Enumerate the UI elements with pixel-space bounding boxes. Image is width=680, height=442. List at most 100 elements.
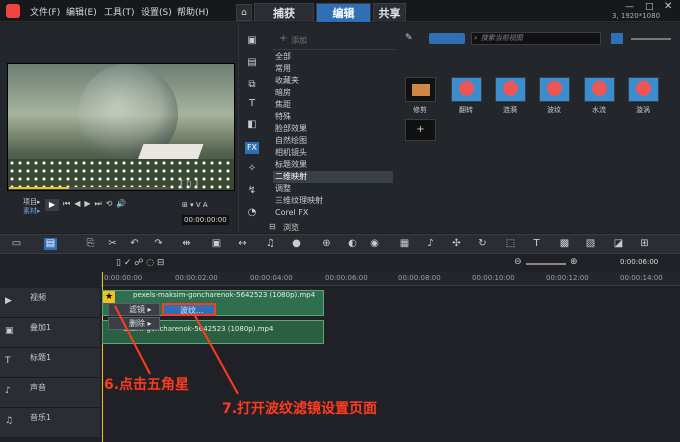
tile-icon[interactable]: ◪	[612, 238, 625, 250]
menu-file[interactable]: 文件(F)	[30, 5, 60, 18]
close-icon[interactable]: ✕	[664, 1, 672, 12]
category-item[interactable]: 常用	[273, 63, 393, 75]
thumb-label: 修剪	[413, 106, 427, 114]
play-button[interactable]: ▶	[45, 199, 59, 211]
thumb-label: 漩涡	[636, 106, 650, 114]
add-filter-button[interactable]: +	[405, 119, 436, 141]
title-icon[interactable]: T	[245, 98, 259, 110]
playback-timecode[interactable]: 00:00:00:00	[182, 215, 229, 225]
transition-icon[interactable]: ⧉	[245, 79, 259, 91]
subtitle-icon[interactable]: ▦	[398, 238, 411, 250]
minimize-icon[interactable]: —	[625, 2, 634, 12]
timeline-view-icon[interactable]: ▤	[44, 238, 57, 250]
add-label[interactable]: 添加	[291, 35, 307, 46]
app-logo-icon	[6, 4, 20, 18]
frame-icon[interactable]: ▣	[210, 238, 223, 250]
search-placeholder: 搜索当前视图	[480, 34, 523, 42]
scrubber-bar[interactable]	[9, 187, 69, 189]
category-item[interactable]: 焦距	[273, 99, 393, 111]
maximize-icon[interactable]: □	[645, 2, 654, 12]
view-toggle[interactable]	[429, 33, 465, 44]
path-icon[interactable]: ↯	[245, 185, 259, 197]
search-field[interactable]: ⌕ 搜索当前视图	[471, 32, 601, 45]
graphic-icon[interactable]: ◧	[245, 119, 259, 131]
thumb-trim[interactable]	[405, 77, 436, 102]
tab-capture[interactable]: 捕获	[254, 3, 314, 22]
grid-icon[interactable]: ▩	[558, 238, 571, 250]
fit-icon[interactable]: ↔	[236, 238, 249, 250]
speech-icon[interactable]: ♪	[424, 238, 437, 250]
add-icon[interactable]: +	[279, 33, 287, 44]
crop-icon[interactable]: ⬚	[504, 238, 517, 250]
title-bar: 文件(F) 编辑(E) 工具(T) 设置(S) 帮助(H) ⌂ 捕获 编辑 共享…	[0, 0, 680, 22]
thumb-wave[interactable]	[539, 77, 570, 102]
thumb-whirl[interactable]	[628, 77, 659, 102]
record-icon[interactable]: ●	[290, 238, 303, 250]
redo-icon[interactable]: ↷	[152, 238, 165, 250]
thumb-flip[interactable]	[451, 77, 482, 102]
export-icon[interactable]: ⊞	[638, 238, 651, 250]
storyboard-view-icon[interactable]: ▭	[10, 238, 23, 250]
thumb-label: 水流	[592, 106, 606, 114]
copy-icon[interactable]: ⎘	[84, 238, 97, 250]
resolution-label: 3, 1920*1080	[612, 12, 661, 20]
divider	[273, 49, 395, 50]
menu-edit[interactable]: 编辑(E)	[66, 5, 97, 18]
menu-help[interactable]: 帮助(H)	[177, 5, 209, 18]
tab-edit[interactable]: 编辑	[316, 3, 371, 22]
category-item[interactable]: 自然绘图	[273, 135, 393, 147]
category-item[interactable]: 脸部效果	[273, 123, 393, 135]
track-motion-icon[interactable]: ⊕	[320, 238, 333, 250]
tab-share[interactable]: 共享	[373, 3, 406, 22]
annotation-step6: 6.点击五角星	[104, 377, 190, 393]
browse-label[interactable]: 浏览	[283, 222, 299, 233]
category-item[interactable]: 相机镜头	[273, 147, 393, 159]
search-icon: ⌕	[474, 34, 478, 42]
trim-brackets-icon[interactable]: [ ⌷ ]	[180, 180, 198, 190]
category-item[interactable]: Corel FX	[273, 207, 393, 219]
category-item[interactable]: 标题效果	[273, 159, 393, 171]
category-item[interactable]: 全部	[273, 51, 393, 63]
list-view-button[interactable]	[611, 33, 623, 44]
motion-icon[interactable]: ✧	[245, 163, 259, 175]
instant-project-icon[interactable]: ▤	[245, 57, 259, 69]
zoom-slider[interactable]	[631, 38, 671, 40]
hd-icon[interactable]: ⊞ ▾ V A	[182, 201, 208, 209]
library-toolbar: ✎ ⌕ 搜索当前视图	[401, 31, 679, 47]
home-icon[interactable]: ⌂	[236, 4, 252, 21]
speed-icon[interactable]: ◔	[245, 207, 259, 219]
transport-icons[interactable]: ⏮◀▶⏭⟲🔊	[63, 199, 130, 209]
fx-icon[interactable]: FX	[245, 142, 259, 154]
library-panel: ▣ ▤ ⧉ T ◧ FX ✧ ↯ ◔ 添加 + 全部 常用 收藏夹 暗房 焦距 …	[238, 23, 680, 233]
audio-mix-icon[interactable]: ♫	[264, 238, 277, 250]
category-item[interactable]: 暗房	[273, 87, 393, 99]
video-preview[interactable]	[7, 63, 235, 191]
thumb-label: 翻转	[459, 106, 473, 114]
thumb-ripple[interactable]	[495, 77, 526, 102]
category-item[interactable]: 调整	[273, 183, 393, 195]
thumb-water[interactable]	[584, 77, 615, 102]
category-item[interactable]: 特殊	[273, 111, 393, 123]
menu-settings[interactable]: 设置(S)	[141, 5, 172, 18]
media-icon[interactable]: ▣	[245, 35, 259, 47]
arrow-line-step7	[194, 315, 239, 395]
mask-icon[interactable]: ◐	[346, 238, 359, 250]
loop-icon[interactable]: ↻	[476, 238, 489, 250]
menu-tools[interactable]: 工具(T)	[104, 5, 135, 18]
cut-icon[interactable]: ✂	[106, 238, 119, 250]
thumb-label: 波纹	[547, 106, 561, 114]
multicam-icon[interactable]: ◉	[368, 238, 381, 250]
timeline-toolbar: ▭ ▤ ⎘ ✂ ↶ ↷ ⇹ ▣ ↔ ♫ ● ⊕ ◐ ◉ ▦ ♪ ✣ ↻ ⬚ T …	[0, 234, 680, 254]
chart-icon[interactable]: ▧	[584, 238, 597, 250]
split-icon[interactable]: ⇹	[180, 238, 193, 250]
category-item[interactable]: 三维纹理映射	[273, 195, 393, 207]
filter-icon[interactable]: ✎	[405, 33, 413, 43]
category-item[interactable]: 收藏夹	[273, 75, 393, 87]
text-icon[interactable]: T	[530, 238, 543, 250]
browse-icon[interactable]: ⊟	[269, 222, 276, 231]
category-item-selected[interactable]: 二维映射	[273, 171, 393, 183]
effects-icon[interactable]: ✣	[450, 238, 463, 250]
annotation-step7: 7.打开波纹滤镜设置页面	[222, 401, 378, 417]
mode-clip[interactable]: 素材▸	[23, 206, 41, 216]
undo-icon[interactable]: ↶	[128, 238, 141, 250]
